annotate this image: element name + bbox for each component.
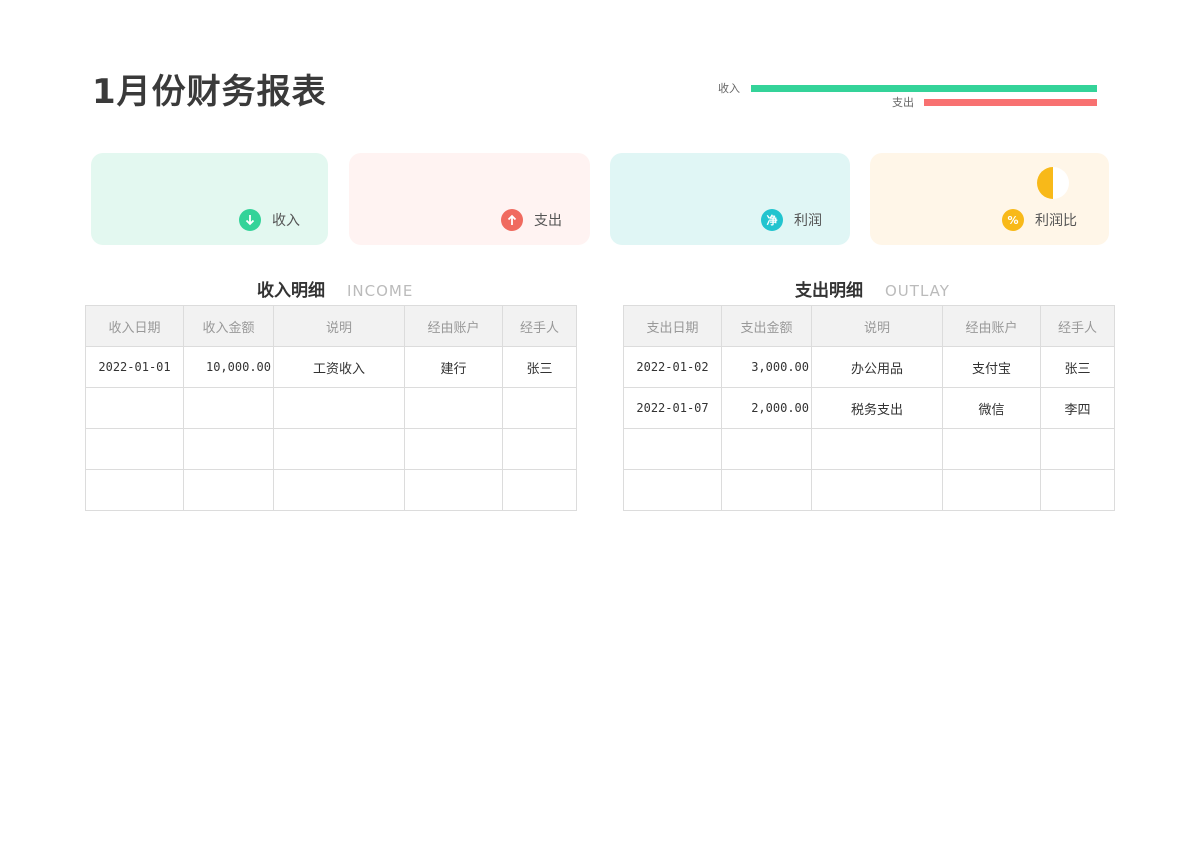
table-cell[interactable]	[1040, 469, 1115, 511]
table-cell[interactable]	[85, 387, 184, 429]
column-header: 说明	[811, 305, 943, 347]
outlay-bar	[924, 98, 1097, 106]
outlay-title: 支出明细	[795, 281, 863, 301]
outlay-title-en: OUTLAY	[885, 282, 950, 300]
profit-ratio-pie	[1037, 167, 1069, 199]
table-cell[interactable]	[502, 387, 577, 429]
table-cell[interactable]: 2022-01-02	[623, 346, 722, 388]
table-header-row: 支出日期 支出金额 说明 经由账户 经手人	[623, 305, 1115, 347]
net-icon: 净	[761, 209, 783, 231]
column-header: 经由账户	[404, 305, 503, 347]
outlay-section-title: 支出明细 OUTLAY	[795, 276, 950, 301]
table-row	[623, 428, 1115, 470]
table-cell[interactable]	[183, 428, 274, 470]
table-cell[interactable]: 2022-01-07	[623, 387, 722, 429]
table-cell[interactable]	[502, 469, 577, 511]
column-header: 支出金额	[721, 305, 812, 347]
column-header: 经手人	[502, 305, 577, 347]
outlay-bar-row: 支出	[892, 94, 1097, 110]
table-cell[interactable]	[183, 469, 274, 511]
arrow-down-icon	[239, 209, 261, 231]
column-header: 收入金额	[183, 305, 274, 347]
table-cell[interactable]: 3,000.00	[721, 346, 812, 388]
table-cell[interactable]	[404, 469, 503, 511]
table-cell[interactable]	[85, 428, 184, 470]
table-cell[interactable]: 微信	[942, 387, 1041, 429]
table-cell[interactable]	[404, 387, 503, 429]
table-cell[interactable]	[273, 428, 405, 470]
table-cell[interactable]: 支付宝	[942, 346, 1041, 388]
outlay-table: 支出日期 支出金额 说明 经由账户 经手人 2022-01-02 3,000.0…	[623, 305, 1115, 511]
column-header: 经由账户	[942, 305, 1041, 347]
table-cell[interactable]	[404, 428, 503, 470]
table-cell[interactable]: 工资收入	[273, 346, 405, 388]
table-cell[interactable]	[623, 469, 722, 511]
income-section-title: 收入明细 INCOME	[257, 276, 413, 301]
percent-icon: %	[1002, 209, 1024, 231]
profit-card-label: 利润	[794, 213, 822, 229]
table-cell[interactable]	[942, 469, 1041, 511]
table-cell[interactable]: 张三	[502, 346, 577, 388]
table-row	[623, 469, 1115, 511]
profit-ratio-card: % 利润比	[870, 153, 1109, 245]
table-row: 2022-01-01 10,000.00 工资收入 建行 张三	[85, 346, 577, 388]
table-cell[interactable]: 办公用品	[811, 346, 943, 388]
table-cell[interactable]: 建行	[404, 346, 503, 388]
table-cell[interactable]: 李四	[1040, 387, 1115, 429]
arrow-up-icon	[501, 209, 523, 231]
table-cell[interactable]	[85, 469, 184, 511]
outlay-card-label: 支出	[534, 213, 562, 229]
column-header: 经手人	[1040, 305, 1115, 347]
table-row: 2022-01-02 3,000.00 办公用品 支付宝 张三	[623, 346, 1115, 388]
outlay-card: 支出	[349, 153, 590, 245]
column-header: 收入日期	[85, 305, 184, 347]
income-bar	[751, 84, 1097, 92]
table-row	[85, 469, 577, 511]
table-cell[interactable]	[811, 428, 943, 470]
table-row	[85, 428, 577, 470]
table-row: 2022-01-07 2,000.00 税务支出 微信 李四	[623, 387, 1115, 429]
page-title: 1月份财务报表	[92, 72, 327, 112]
column-header: 支出日期	[623, 305, 722, 347]
income-title: 收入明细	[257, 281, 325, 301]
table-cell[interactable]: 2,000.00	[721, 387, 812, 429]
table-cell[interactable]	[273, 469, 405, 511]
table-cell[interactable]	[721, 428, 812, 470]
table-cell[interactable]: 10,000.00	[183, 346, 274, 388]
income-table: 收入日期 收入金额 说明 经由账户 经手人 2022-01-01 10,000.…	[85, 305, 577, 511]
table-cell[interactable]	[1040, 428, 1115, 470]
table-cell[interactable]	[502, 428, 577, 470]
table-cell[interactable]: 张三	[1040, 346, 1115, 388]
table-cell[interactable]	[623, 428, 722, 470]
table-row	[85, 387, 577, 429]
column-header: 说明	[273, 305, 405, 347]
table-cell[interactable]	[811, 469, 943, 511]
table-cell[interactable]	[273, 387, 405, 429]
profit-ratio-card-label: 利润比	[1035, 213, 1077, 229]
outlay-bar-label: 支出	[892, 96, 914, 109]
table-header-row: 收入日期 收入金额 说明 经由账户 经手人	[85, 305, 577, 347]
table-cell[interactable]	[942, 428, 1041, 470]
income-card-label: 收入	[272, 213, 300, 229]
income-bar-label: 收入	[718, 82, 740, 95]
table-cell[interactable]	[721, 469, 812, 511]
table-cell[interactable]: 2022-01-01	[85, 346, 184, 388]
table-cell[interactable]: 税务支出	[811, 387, 943, 429]
income-title-en: INCOME	[347, 282, 414, 300]
income-card: 收入	[91, 153, 328, 245]
table-cell[interactable]	[183, 387, 274, 429]
profit-card: 净 利润	[610, 153, 850, 245]
